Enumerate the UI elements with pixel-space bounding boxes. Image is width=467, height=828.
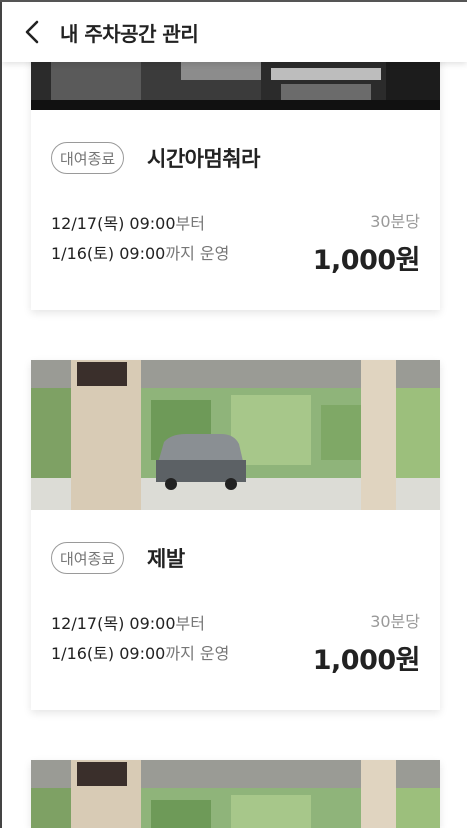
parking-space-photo xyxy=(31,760,440,828)
start-time: 12/17(목) 09:00부터 xyxy=(51,610,205,634)
price-unit: 30분당 xyxy=(370,612,420,631)
end-time: 1/16(토) 09:00까지 운영 xyxy=(51,240,229,264)
start-suffix: 부터 xyxy=(175,214,205,233)
back-button[interactable] xyxy=(14,14,50,50)
page-title: 내 주차공간 관리 xyxy=(60,21,199,46)
parking-space-card[interactable]: 대여종료 제발 12/17(목) 09:00부터 1/16(토) 09:00까지… xyxy=(31,360,440,710)
chevron-left-icon xyxy=(25,20,39,44)
end-date: 1/16(토) 09:00 xyxy=(51,244,166,263)
price: 1,000원 xyxy=(312,645,421,676)
end-time: 1/16(토) 09:00까지 운영 xyxy=(51,640,229,664)
end-date: 1/16(토) 09:00 xyxy=(51,644,166,663)
end-suffix: 까지 운영 xyxy=(165,644,230,663)
rental-ended-badge: 대여종료 xyxy=(51,542,125,574)
start-date: 12/17(목) 09:00 xyxy=(51,614,176,633)
app-header: 내 주차공간 관리 xyxy=(2,2,467,62)
start-date: 12/17(목) 09:00 xyxy=(51,214,176,233)
price-unit: 30분당 xyxy=(370,212,420,231)
start-time: 12/17(목) 09:00부터 xyxy=(51,210,205,234)
parking-space-card[interactable] xyxy=(31,760,440,828)
end-suffix: 까지 운영 xyxy=(165,244,230,263)
price: 1,000원 xyxy=(312,245,421,276)
parking-space-name: 시간아멈춰라 xyxy=(147,147,260,171)
parking-space-card[interactable]: 대여종료 시간아멈춰라 12/17(목) 09:00부터 1/16(토) 09:… xyxy=(31,40,440,310)
parking-space-name: 제발 xyxy=(147,547,185,571)
start-suffix: 부터 xyxy=(175,614,205,633)
parking-space-photo xyxy=(31,360,440,510)
rental-ended-badge: 대여종료 xyxy=(51,142,125,174)
